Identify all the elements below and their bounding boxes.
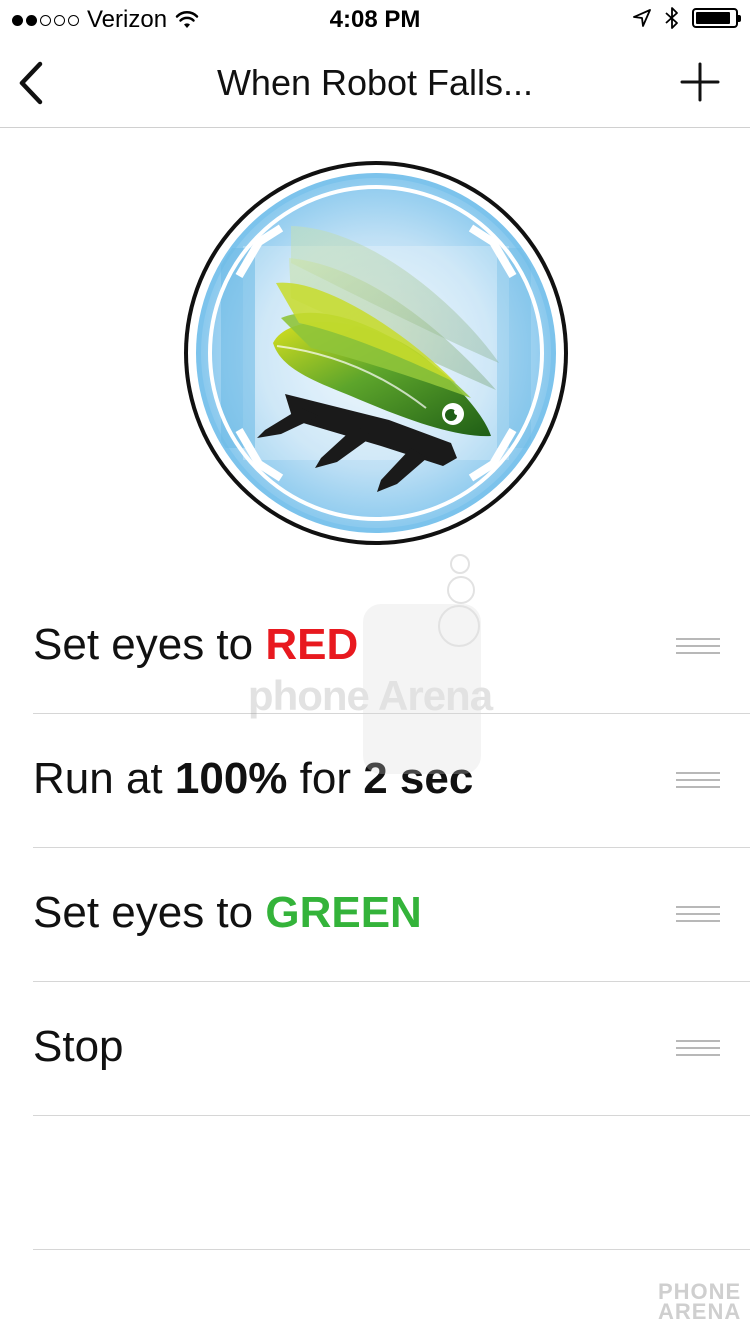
drag-handle-icon[interactable] <box>676 772 720 790</box>
robot-falling-icon <box>184 161 568 545</box>
action-prefix: Set eyes to <box>33 888 266 937</box>
watermark-phone-icon <box>363 554 481 774</box>
action-text: Stop <box>33 1022 124 1072</box>
watermark-corner-line2: ARENA <box>658 1299 742 1324</box>
status-bar: Verizon 4:08 PM <box>0 0 750 40</box>
watermark-corner: PHONE ARENA <box>658 1281 742 1324</box>
drag-handle-icon[interactable] <box>676 638 720 656</box>
plus-icon <box>680 62 720 102</box>
status-right <box>632 6 741 30</box>
watermark-logo: phone Arena <box>245 552 495 782</box>
action-row-set-eyes-green[interactable]: Set eyes to GREEN <box>33 848 750 982</box>
eye-color-value[interactable]: GREEN <box>265 888 421 937</box>
watermark-text: phone Arena <box>247 672 493 719</box>
empty-action-slot[interactable] <box>33 1116 750 1250</box>
nav-bar: When Robot Falls... <box>0 40 750 128</box>
action-text: Set eyes to GREEN <box>33 888 422 938</box>
robot-badge <box>181 158 571 548</box>
drag-handle-icon[interactable] <box>676 906 720 924</box>
action-prefix: Run at <box>33 754 175 803</box>
action-row-stop[interactable]: Stop <box>33 982 750 1116</box>
page-title: When Robot Falls... <box>216 62 534 103</box>
action-prefix: Stop <box>33 1022 124 1071</box>
add-button[interactable] <box>680 62 720 102</box>
action-prefix: Set eyes to <box>33 620 266 669</box>
drag-handle-icon[interactable] <box>676 1040 720 1058</box>
location-arrow-icon <box>633 9 651 27</box>
bluetooth-icon <box>665 7 678 29</box>
battery-icon <box>692 8 741 28</box>
